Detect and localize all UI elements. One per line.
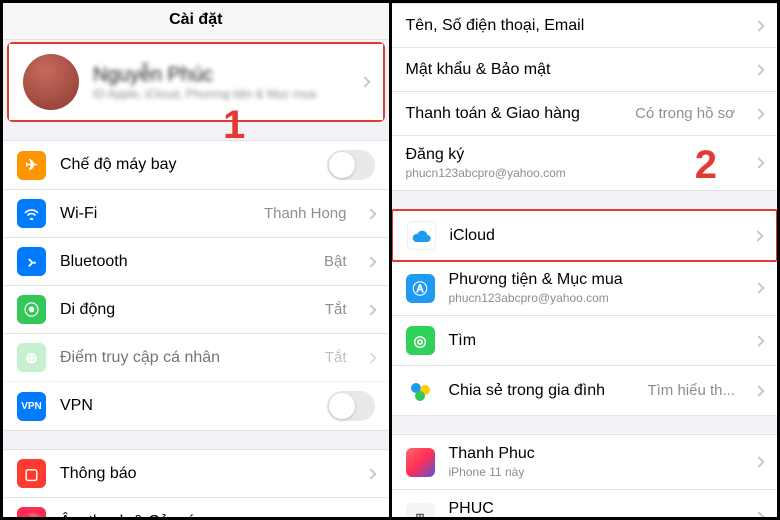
apple-id-row[interactable]: Nguyễn Phúc ID Apple, iCloud, Phương tiệ… [9,44,383,120]
chevron-right-icon [753,511,764,517]
row-label: Wi-Fi [60,205,250,223]
row-label: Âm thanh & Cảm ứng [60,513,347,518]
page-title: Cài đặt [3,3,389,40]
sounds-row[interactable]: 🔊 Âm thanh & Cảm ứng [3,498,389,517]
notifications-row[interactable]: ▢ Thông báo [3,450,389,498]
chevron-right-icon [365,352,376,363]
row-label: PHUC [449,500,736,517]
chevron-right-icon [365,208,376,219]
row-label: Di động [60,301,311,319]
profile-sub: ID Apple, iCloud, Phương tiện & Mục mua [93,87,341,101]
row-label: Đăng ký [406,146,736,164]
row-sub: phucn123abcpro@yahoo.com [406,166,736,180]
row-sub: phucn123abcpro@yahoo.com [449,291,736,305]
row-value: Bật [324,253,347,270]
apple-id-pane-right: 2 Tên, Số điện thoại, Email Mật khẩu & B… [392,3,778,517]
family-icon [406,376,435,405]
chevron-right-icon [752,230,763,241]
wifi-icon [17,199,46,228]
chevron-right-icon [753,282,764,293]
device-windows-row[interactable]: ⊞ PHUC Windows [392,490,778,517]
subscriptions-row[interactable]: Đăng ký phucn123abcpro@yahoo.com [392,136,778,190]
row-label: VPN [60,397,313,415]
chevron-right-icon [365,468,376,479]
row-sub: iPhone 11 này [449,465,736,479]
settings-pane-left: Cài đặt Nguyễn Phúc ID Apple, iCloud, Ph… [3,3,392,517]
row-label: Thông báo [60,465,347,483]
media-purchases-row[interactable]: Ⓐ Phương tiện & Mục mua phucn123abcpro@y… [392,261,778,316]
row-label: Thanh toán & Giao hàng [406,105,622,123]
hotspot-row[interactable]: ⊕ Điểm truy cập cá nhân Tắt [3,334,389,382]
chevron-right-icon [365,256,376,267]
account-group: Tên, Số điện thoại, Email Mật khẩu & Bảo… [392,3,778,191]
speaker-icon: 🔊 [17,507,46,517]
services-group: iCloud Ⓐ Phương tiện & Mục mua phucn123a… [392,209,778,416]
appstore-icon: Ⓐ [406,274,435,303]
antenna-icon: ⦿ [17,295,46,324]
airplane-toggle[interactable] [327,150,375,180]
row-value: Tắt [325,301,347,318]
vpn-toggle[interactable] [327,391,375,421]
row-value: Tìm hiểu th... [647,382,735,399]
iphone-icon [406,448,435,477]
hotspot-icon: ⊕ [17,343,46,372]
windows-icon: ⊞ [406,503,435,518]
row-label: Điểm truy cập cá nhân [60,349,311,367]
tutorial-frame: Cài đặt Nguyễn Phúc ID Apple, iCloud, Ph… [0,0,780,520]
highlight-box-1: Nguyễn Phúc ID Apple, iCloud, Phương tiệ… [7,42,385,122]
find-my-row[interactable]: ◎ Tìm [392,316,778,366]
chevron-right-icon [753,20,764,31]
row-label: Chế độ máy bay [60,156,313,174]
row-value: Có trong hồ sơ [635,105,735,122]
row-label: Phương tiện & Mục mua [449,271,736,289]
password-security-row[interactable]: Mật khẩu & Bảo mật [392,48,778,92]
settings-group-system: ▢ Thông báo 🔊 Âm thanh & Cảm ứng ☾ Không… [3,449,389,517]
name-phone-email-row[interactable]: Tên, Số điện thoại, Email [392,4,778,48]
chevron-right-icon [753,385,764,396]
airplane-icon: ✈ [17,151,46,180]
row-label: Bluetooth [60,253,310,271]
bluetooth-icon: ᚛ [17,247,46,276]
chevron-right-icon [359,76,370,87]
chevron-right-icon [753,335,764,346]
vpn-icon: VPN [17,392,46,421]
bell-icon: ▢ [17,459,46,488]
row-label: Tên, Số điện thoại, Email [406,17,736,35]
icloud-row[interactable]: iCloud [392,209,778,262]
row-value: Tắt [325,349,347,366]
airplane-mode-row[interactable]: ✈ Chế độ máy bay [3,141,389,190]
settings-group-connectivity: ✈ Chế độ máy bay Wi-Fi Thanh Hong ᚛ Blue… [3,140,389,431]
cellular-row[interactable]: ⦿ Di động Tắt [3,286,389,334]
row-value: Thanh Hong [264,205,347,222]
device-iphone-row[interactable]: Thanh Phuc iPhone 11 này [392,435,778,490]
profile-text: Nguyễn Phúc ID Apple, iCloud, Phương tiệ… [93,64,341,101]
devices-group: Thanh Phuc iPhone 11 này ⊞ PHUC Windows … [392,434,778,517]
payment-shipping-row[interactable]: Thanh toán & Giao hàng Có trong hồ sơ [392,92,778,136]
family-sharing-row[interactable]: Chia sẻ trong gia đình Tìm hiểu th... [392,366,778,415]
row-label: Mật khẩu & Bảo mật [406,61,736,79]
findmy-icon: ◎ [406,326,435,355]
chevron-right-icon [753,64,764,75]
step-number-1: 1 [223,103,245,148]
row-label: Thanh Phuc [449,445,736,463]
avatar [23,54,79,110]
profile-name: Nguyễn Phúc [93,64,341,87]
chevron-right-icon [753,108,764,119]
row-label: Chia sẻ trong gia đình [449,382,634,400]
chevron-right-icon [753,157,764,168]
row-label: iCloud [450,227,735,245]
vpn-row[interactable]: VPN VPN [3,382,389,430]
wifi-row[interactable]: Wi-Fi Thanh Hong [3,190,389,238]
step-number-2: 2 [695,143,717,188]
chevron-right-icon [753,456,764,467]
chevron-right-icon [365,516,376,517]
cloud-icon [407,221,436,250]
bluetooth-row[interactable]: ᚛ Bluetooth Bật [3,238,389,286]
row-label: Tìm [449,332,736,350]
chevron-right-icon [365,304,376,315]
